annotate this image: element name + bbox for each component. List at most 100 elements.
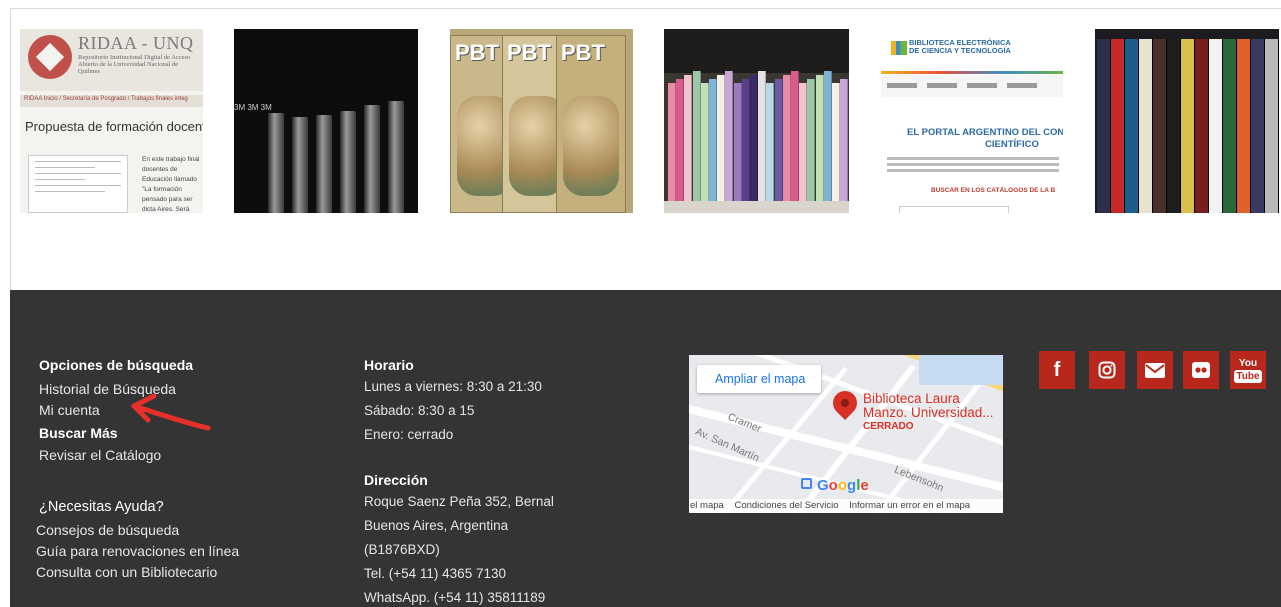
location-map[interactable]: Ampliar el mapa Biblioteca Laura Manzo. … — [689, 355, 1003, 513]
map-expand-button[interactable]: Ampliar el mapa — [697, 365, 821, 393]
book-spine — [774, 79, 783, 201]
book-spine — [823, 71, 832, 201]
renewals-guide-link[interactable]: Guía para renovaciones en línea — [36, 541, 239, 562]
dvd-spine — [1139, 39, 1153, 213]
email-button[interactable] — [1137, 351, 1173, 389]
book-spine — [815, 75, 824, 201]
dvd-spine — [1181, 39, 1195, 213]
annotation-arrow-icon — [131, 393, 211, 431]
book-spine — [668, 83, 676, 201]
book-spine — [717, 75, 726, 201]
youtube-button[interactable]: You Tube — [1230, 351, 1266, 389]
dvd-spine — [1097, 39, 1111, 213]
flickr-icon — [1192, 362, 1210, 378]
footer-help: ¿Necesitas Ayuda? — [39, 497, 164, 517]
map-data-link[interactable]: el mapa — [690, 500, 724, 511]
book-spine — [684, 75, 693, 201]
biblioteca-title: BIBLIOTECA ELECTRÓNICA DE CIENCIA Y TECN… — [909, 38, 1011, 55]
ridaa-heading: Propuesta de formación docente oficios y… — [25, 119, 203, 134]
schedule-title: Horario — [364, 357, 414, 373]
biblioteca-color-bar — [881, 71, 1063, 74]
ask-librarian-link[interactable]: Consulta con un Bibliotecario — [36, 562, 239, 583]
book-spine — [758, 71, 767, 201]
schedule-saturday: Sábado: 8:30 a 15 — [364, 403, 475, 418]
tape — [340, 111, 356, 213]
book-spine — [733, 83, 742, 201]
dvd-spine — [1125, 39, 1139, 213]
facebook-icon: f — [1053, 358, 1061, 381]
dvd-spine — [1209, 39, 1223, 213]
catalog-link[interactable]: Revisar el Catálogo — [39, 445, 193, 466]
ridaa-breadcrumb: RIDAA Inicio / Secretaría de Posgrado / … — [24, 96, 188, 102]
book-spine — [750, 75, 758, 201]
book-spine — [700, 83, 709, 201]
ridaa-logo-icon — [28, 35, 72, 79]
footer-address: Dirección Roque Saenz Peña 352, Bernal B… — [364, 470, 554, 607]
address-city: Buenos Aires, Argentina — [364, 518, 509, 533]
ridaa-title: RIDAA - UNQ — [78, 33, 194, 53]
email-icon — [1145, 362, 1165, 378]
book-spine — [807, 79, 816, 201]
thumbnail-books[interactable] — [664, 29, 849, 213]
footer-help-links: Consejos de búsqueda Guía para renovacio… — [36, 520, 239, 583]
search-options-title: Opciones de búsqueda — [39, 357, 194, 373]
thumbnail-biblioteca-electronica[interactable]: BIBLIOTECA ELECTRÓNICA DE CIENCIA Y TECN… — [881, 29, 1063, 213]
tape — [292, 117, 308, 213]
ridaa-document-preview — [28, 155, 128, 213]
google-logo: Google — [817, 477, 869, 494]
tape — [316, 115, 332, 213]
map-water — [919, 355, 1003, 385]
dvd-spine — [1251, 39, 1265, 213]
ridaa-snippet: En este trabajo final docentes de Educac… — [142, 156, 200, 213]
map-footer: el mapa Condiciones del Servicio Informa… — [689, 499, 1003, 513]
map-report-link[interactable]: Informar un error en el mapa — [849, 500, 970, 511]
ridaa-header: RIDAA - UNQ Repositorio Institucional Di… — [20, 29, 203, 91]
book-spine — [709, 79, 717, 201]
shelf-top — [664, 29, 849, 73]
book-spine — [799, 83, 808, 201]
pbt-magazine: PBT — [556, 35, 626, 213]
schedule-weekdays: Lunes a viernes: 8:30 a 21:30 — [364, 379, 542, 394]
footer-schedule: Horario Lunes a viernes: 8:30 a 21:30 Sá… — [364, 355, 542, 447]
map-terms-link[interactable]: Condiciones del Servicio — [734, 500, 838, 511]
map-place-status: CERRADO — [863, 421, 914, 432]
thumbnail-tapes[interactable]: 3M 3M 3M — [234, 29, 418, 213]
instagram-button[interactable] — [1089, 351, 1125, 389]
map-street-label: Cramer — [726, 410, 763, 436]
thumbnail-dvds[interactable] — [1095, 29, 1279, 213]
shelf-base — [664, 201, 849, 213]
facebook-button[interactable]: f — [1039, 351, 1075, 389]
address-phone: Tel. (+54 11) 4365 7130 — [364, 566, 506, 581]
dvd-spine — [1153, 39, 1167, 213]
address-street: Roque Saenz Peña 352, Bernal — [364, 494, 554, 509]
search-tips-link[interactable]: Consejos de búsqueda — [36, 520, 239, 541]
biblioteca-select — [899, 206, 1009, 213]
dvd-spine — [1195, 39, 1209, 213]
book-spine — [741, 79, 750, 201]
biblioteca-portal-title: EL PORTAL ARGENTINO DEL CON CIENTÍFICO — [907, 127, 1063, 150]
tape — [364, 105, 380, 213]
biblioteca-search-link: BUSCAR EN LOS CATÁLOGOS DE LA B — [931, 187, 1056, 194]
book-spine — [766, 83, 775, 201]
biblioteca-logo-icon — [891, 41, 907, 55]
dvd-spine — [1265, 39, 1279, 213]
dvd-spine — [1167, 39, 1181, 213]
tape — [388, 101, 404, 213]
address-title: Dirección — [364, 472, 428, 488]
ridaa-breadcrumb-bar: RIDAA Inicio / Secretaría de Posgrado / … — [20, 95, 203, 107]
dvd-spine — [1237, 39, 1251, 213]
map-place-name[interactable]: Biblioteca Laura Manzo. Universidad... — [863, 392, 1003, 420]
book-spine — [782, 75, 791, 201]
tape — [268, 113, 284, 213]
flickr-button[interactable] — [1183, 351, 1219, 389]
schedule-january: Enero: cerrado — [364, 427, 454, 442]
thumbnail-pbt[interactable]: PBT PBT PBT — [450, 29, 633, 213]
thumbnail-ridaa[interactable]: RIDAA - UNQ Repositorio Institucional Di… — [20, 29, 203, 213]
book-spine — [832, 83, 840, 201]
map-transit-icon — [801, 478, 812, 489]
address-whatsapp: WhatsApp. (+54 11) 35811189 — [364, 590, 546, 605]
youtube-icon: You Tube — [1234, 357, 1262, 383]
dvd-spine — [1223, 39, 1237, 213]
tapes-label: 3M 3M 3M — [234, 103, 272, 112]
book-spine — [692, 71, 701, 201]
